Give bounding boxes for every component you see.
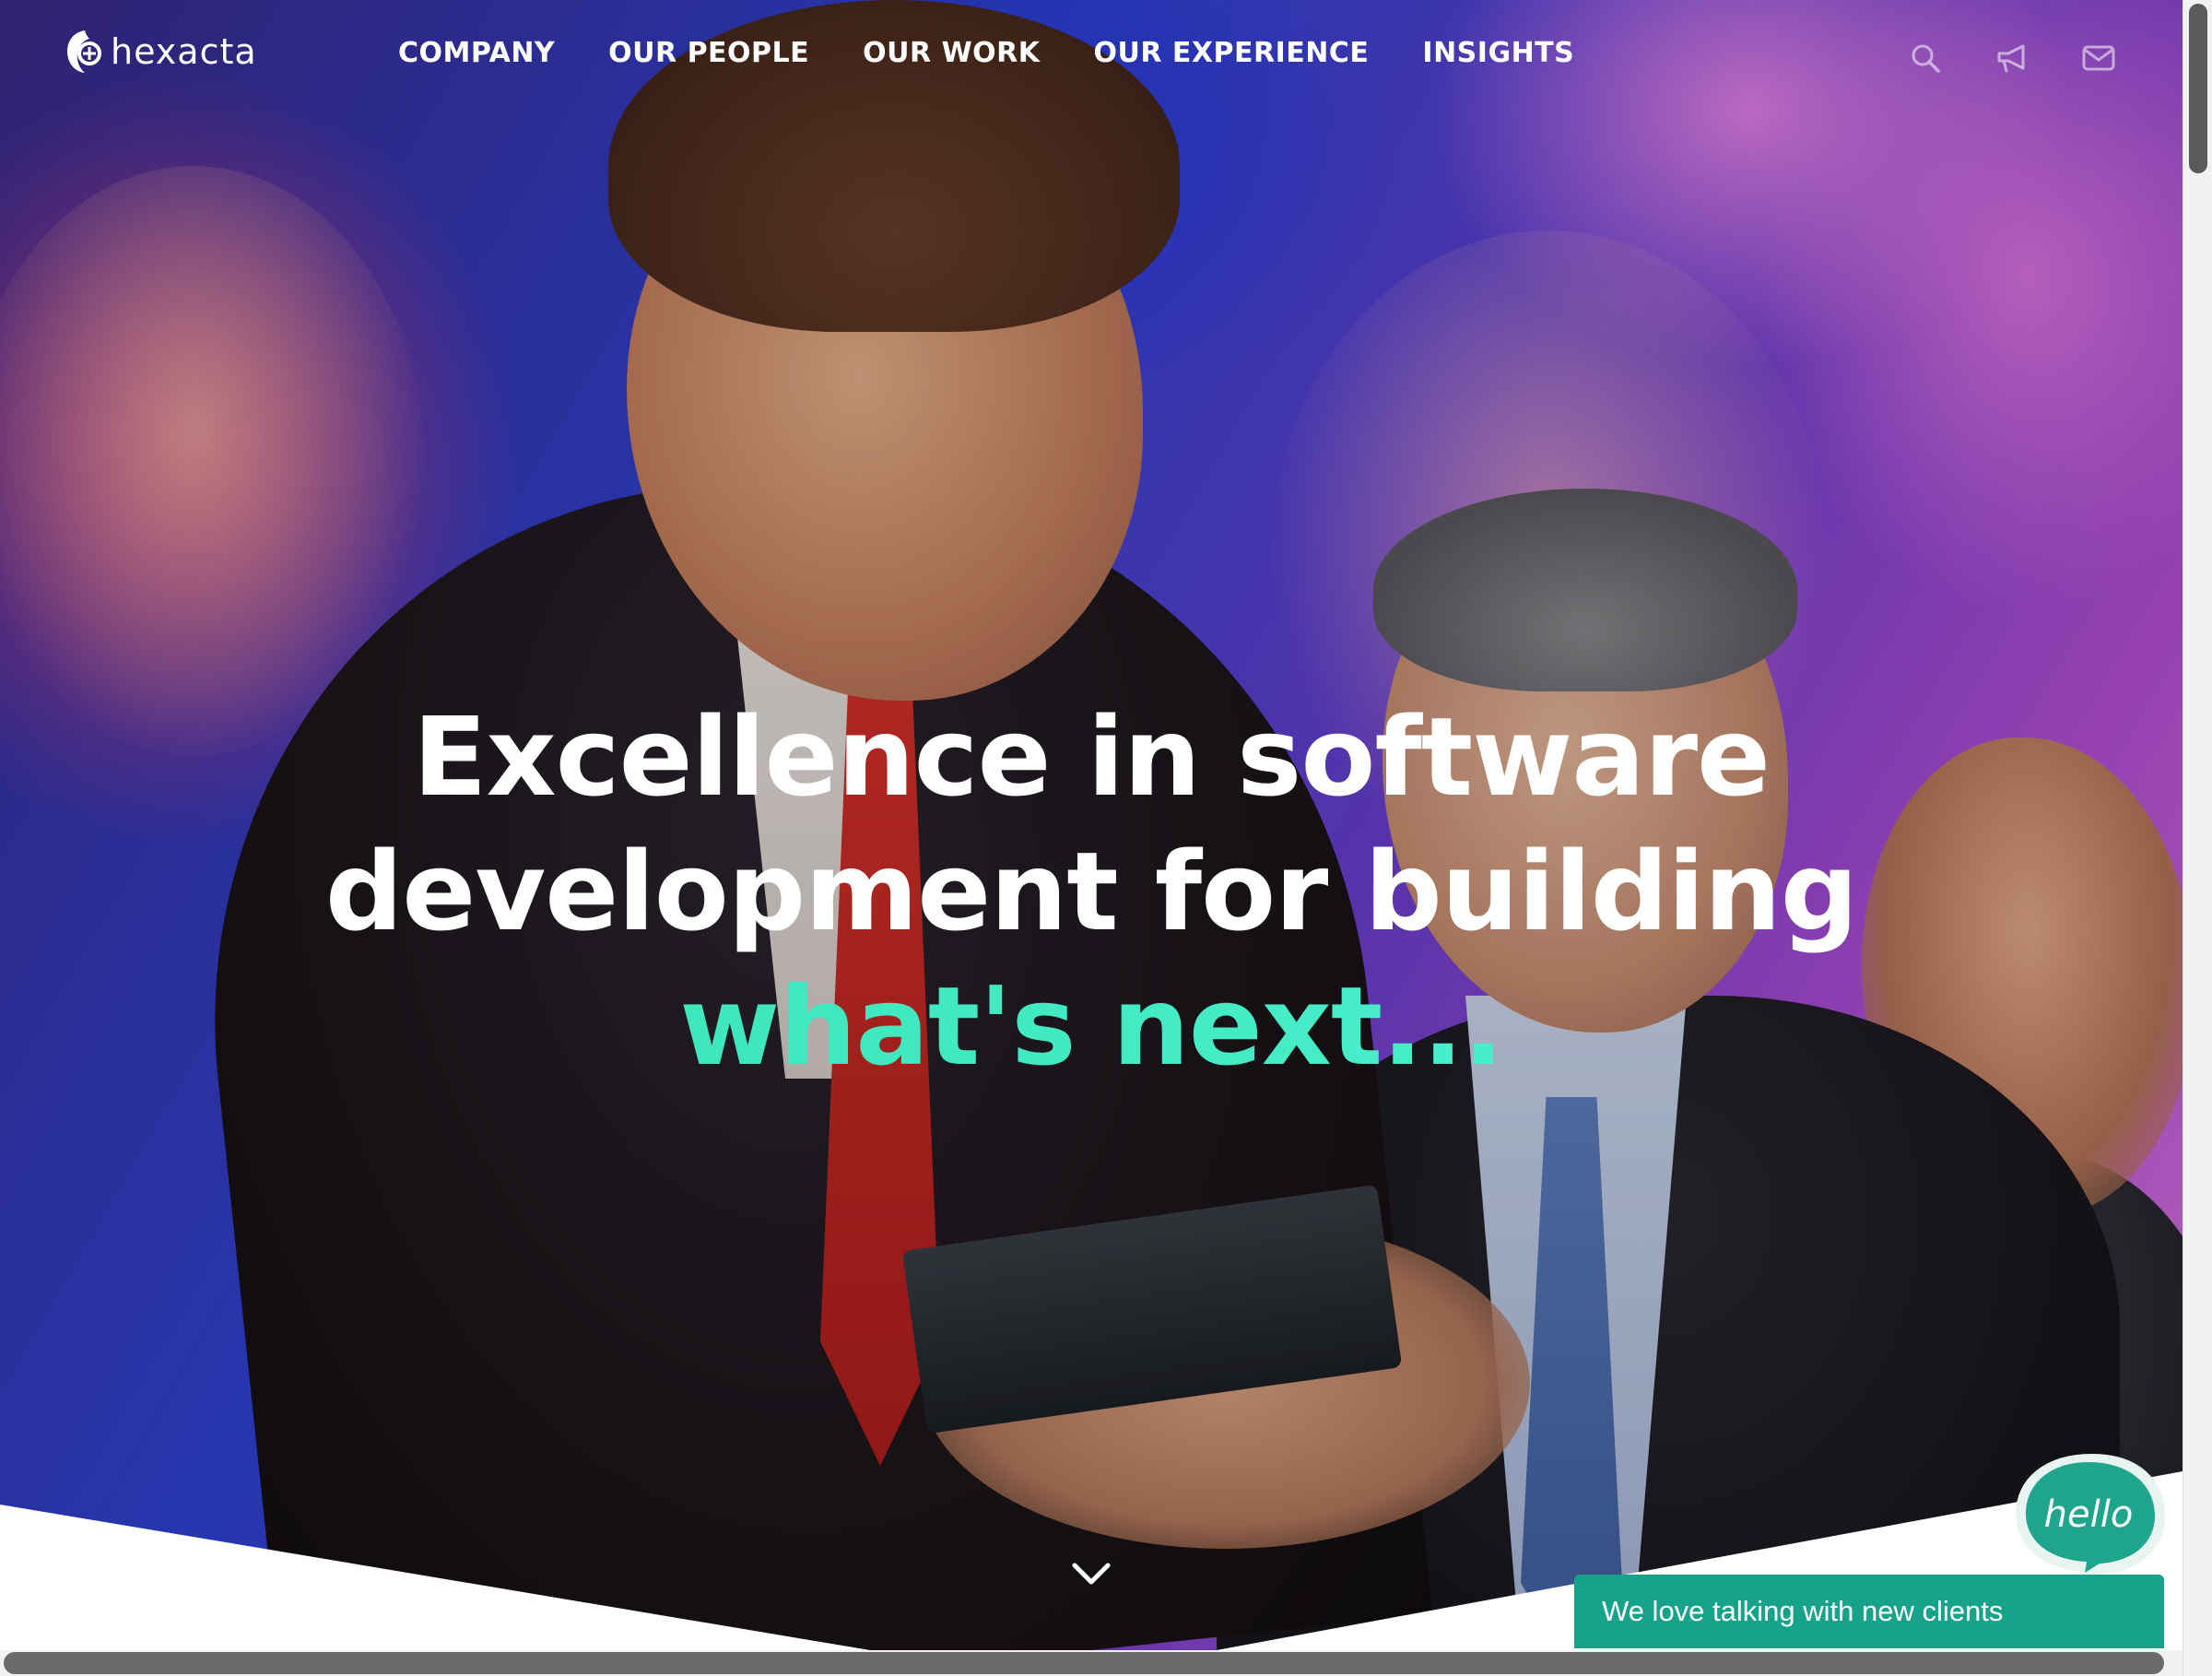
chat-bubble-text: hello	[2044, 1493, 2134, 1536]
vertical-scrollbar[interactable]	[2183, 0, 2212, 1676]
nav-item-our-experience[interactable]: OUR EXPERIENCE	[1094, 37, 1370, 69]
headline-line-1: Excellence in software	[412, 693, 1771, 820]
mail-icon[interactable]	[2081, 41, 2116, 76]
vertical-scrollbar-thumb[interactable]	[2189, 4, 2207, 173]
brand-name: hexacta	[111, 31, 257, 72]
nav-item-company[interactable]: COMPANY	[398, 37, 555, 69]
chat-widget-bar[interactable]: We love talking with new clients	[1574, 1575, 2164, 1648]
top-navigation: hexacta COMPANY OUR PEOPLE OUR WORK OUR …	[0, 0, 2183, 120]
horizontal-scrollbar-thumb[interactable]	[4, 1652, 2164, 1674]
chevron-down-icon[interactable]	[1069, 1558, 1113, 1589]
chat-hello-bubble[interactable]: hello	[2009, 1451, 2170, 1587]
brand-logo[interactable]: hexacta	[65, 28, 257, 76]
main-menu: COMPANY OUR PEOPLE OUR WORK OUR EXPERIEN…	[398, 37, 1574, 69]
headline-accent: what's next...	[0, 959, 2183, 1093]
hero-headline: Excellence in software development for b…	[0, 690, 2183, 1093]
hexacta-logo-icon	[67, 30, 101, 73]
nav-item-insights[interactable]: INSIGHTS	[1422, 37, 1574, 69]
nav-item-our-work[interactable]: OUR WORK	[863, 37, 1040, 69]
viewport: hexacta COMPANY OUR PEOPLE OUR WORK OUR …	[0, 0, 2183, 1676]
search-icon[interactable]	[1908, 41, 1943, 76]
horizontal-scrollbar[interactable]	[0, 1650, 2183, 1676]
megaphone-icon[interactable]	[1994, 41, 2030, 76]
nav-icon-group	[1908, 41, 2116, 76]
nav-item-our-people[interactable]: OUR PEOPLE	[608, 37, 809, 69]
headline-line-2: development for building	[324, 828, 1858, 955]
